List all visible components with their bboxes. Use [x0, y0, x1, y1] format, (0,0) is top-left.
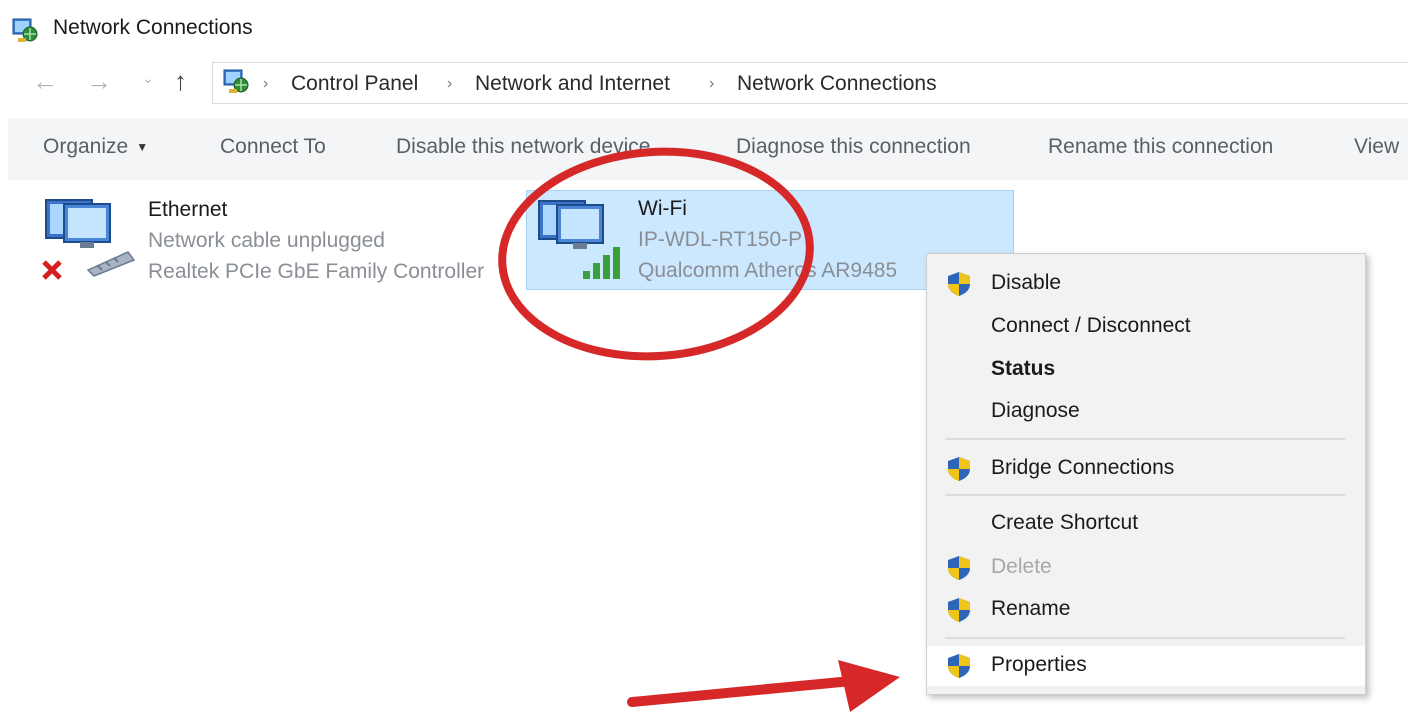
ethernet-adapter-icon [42, 199, 136, 280]
menu-separator [945, 438, 1345, 440]
up-button[interactable]: ↑ [174, 66, 187, 102]
menu-item-label: Bridge Connections [991, 456, 1175, 479]
breadcrumb-control-panel[interactable]: Control Panel [291, 72, 418, 96]
connection-status: Network cable unplugged [148, 229, 385, 252]
uac-shield-icon [948, 654, 970, 678]
connection-item-ethernet[interactable]: Ethernet Network cable unplugged Realtek… [38, 192, 508, 292]
forward-button[interactable]: → [86, 66, 112, 102]
menu-item-delete: Delete [927, 548, 1365, 588]
menu-item-create-shortcut[interactable]: Create Shortcut [927, 504, 1365, 544]
breadcrumb-separator: › [263, 75, 269, 92]
command-bar: Organize ▼ Connect To Disable this networ… [8, 118, 1408, 180]
menu-item-label: Disable [991, 271, 1062, 294]
menu-item-diagnose[interactable]: Diagnose [927, 392, 1365, 432]
annotation-red-arrowhead [838, 660, 900, 712]
view-button[interactable]: View [1354, 135, 1399, 159]
menu-item-bridge-connections[interactable]: Bridge Connections [927, 449, 1365, 489]
breadcrumb-separator: › [709, 75, 715, 92]
control-panel-icon [223, 69, 249, 93]
menu-item-label: Status [991, 357, 1056, 380]
menu-item-disable[interactable]: Disable [927, 264, 1365, 304]
rename-connection-button[interactable]: Rename this connection [1048, 135, 1273, 159]
breadcrumb-network-and-internet[interactable]: Network and Internet [475, 72, 670, 96]
network-connections-icon [12, 18, 38, 42]
menu-separator [945, 494, 1345, 496]
annotation-red-arrow [627, 675, 867, 707]
menu-item-properties[interactable]: Properties [927, 646, 1365, 686]
breadcrumb-network-connections[interactable]: Network Connections [737, 72, 937, 96]
title-bar: Network Connections [0, 0, 1408, 60]
menu-item-label: Diagnose [991, 399, 1080, 422]
back-button[interactable]: ← [32, 66, 58, 102]
organize-label: Organize [43, 135, 129, 158]
connection-status: IP-WDL-RT150-P [638, 228, 803, 251]
connect-to-button[interactable]: Connect To [220, 135, 326, 159]
connection-device: Qualcomm Atheros AR9485 [638, 259, 898, 282]
menu-separator [945, 637, 1345, 639]
disable-device-button[interactable]: Disable this network device [396, 135, 650, 159]
window-title: Network Connections [53, 16, 253, 39]
diagnose-connection-button[interactable]: Diagnose this connection [732, 135, 975, 159]
connection-name: Wi-Fi [638, 197, 687, 220]
context-menu: Disable Connect / Disconnect Status Diag… [926, 253, 1366, 695]
menu-item-label: Delete [991, 555, 1052, 578]
uac-shield-icon [948, 272, 970, 296]
menu-item-label: Create Shortcut [991, 511, 1139, 534]
connection-device: Realtek PCIe GbE Family Controller [148, 260, 485, 283]
organize-button[interactable]: Organize ▼ [43, 135, 148, 159]
uac-shield-icon [948, 457, 970, 481]
menu-item-status[interactable]: Status [927, 350, 1365, 390]
menu-item-connect-disconnect[interactable]: Connect / Disconnect [927, 307, 1365, 347]
menu-item-label: Properties [991, 653, 1087, 676]
menu-item-label: Connect / Disconnect [991, 314, 1191, 337]
uac-shield-icon [948, 556, 970, 580]
wifi-adapter-icon [538, 200, 620, 279]
breadcrumb-separator: › [447, 75, 453, 92]
recent-locations-button[interactable]: ⌄ [142, 70, 154, 106]
dropdown-caret-icon: ▼ [136, 140, 149, 155]
menu-item-label: Rename [991, 597, 1071, 620]
menu-item-rename[interactable]: Rename [927, 590, 1365, 630]
uac-shield-icon [948, 598, 970, 622]
address-bar[interactable]: › Control Panel › Network and Internet ›… [212, 62, 1408, 104]
connection-name: Ethernet [148, 198, 228, 221]
